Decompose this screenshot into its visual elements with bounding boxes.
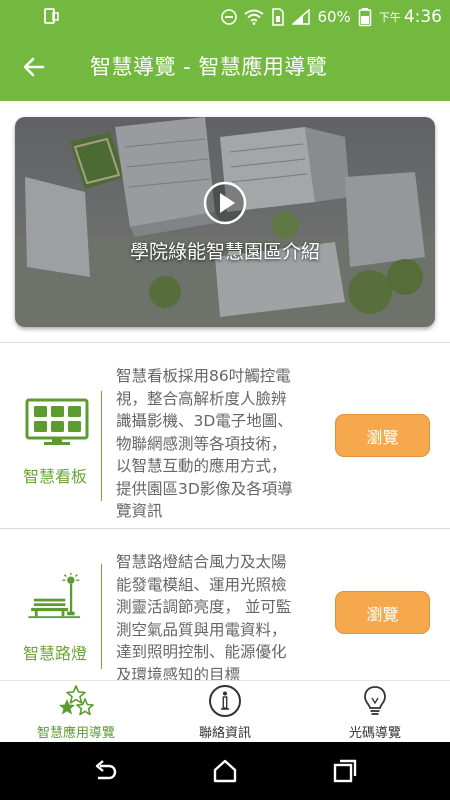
back-icon[interactable] — [92, 758, 118, 784]
status-clock: 4:36 — [403, 6, 442, 27]
battery-icon — [358, 7, 372, 26]
smart-board-icon — [25, 398, 89, 445]
tablet-icon — [44, 8, 59, 24]
dnd-icon — [221, 8, 238, 25]
description-line: 以智慧互動的應用方式， — [116, 457, 287, 475]
description-line: 智慧路燈結合風力及太陽 — [116, 553, 287, 571]
feature-description: 智慧路燈結合風力及太陽 能發電模組、運用光照檢 測靈活調節亮度， 並可監 測空氣… — [116, 551, 326, 686]
page-title: 智慧導覽 - 智慧應用導覽 — [90, 55, 328, 79]
status-ampm: 下午 — [378, 10, 401, 24]
nav-tab-light-code-guide[interactable]: 光碼導覽 — [325, 681, 425, 743]
feature-row-smart-board: 智慧看板 智慧看板採用86吋觸控電 視，整合高解析度人臉辨 識攝影機、3D電子地… — [0, 343, 450, 528]
description-line: 視，整合高解析度人臉辨 — [116, 389, 287, 408]
description-line: 能發電模組、運用光照檢 — [116, 575, 287, 594]
description-line: 智慧看板採用86吋觸控電 — [116, 367, 291, 385]
system-navigation-bar — [0, 742, 450, 800]
nav-label: 光碼導覽 — [348, 726, 401, 741]
browse-button-smart-board[interactable]: 瀏覽 — [335, 414, 430, 457]
bottom-navigation: 智慧應用導覽 聯絡資訊 光碼導覽 — [0, 680, 450, 742]
feature-row-smart-lamp: 智慧路燈 智慧路燈結合風力及太陽 能發電模組、運用光照檢 測靈活調節亮度， 並可… — [0, 529, 450, 684]
nav-tab-smart-apps[interactable]: 智慧應用導覽 — [15, 681, 137, 743]
lightbulb-icon — [364, 686, 386, 715]
app-bar: 智慧導覽 - 智慧應用導覽 — [0, 33, 450, 101]
wifi-icon — [244, 9, 265, 25]
feature-label: 智慧路燈 — [22, 644, 87, 663]
description-line: 覽資訊 — [116, 502, 163, 520]
feature-description: 智慧看板採用86吋觸控電 視，整合高解析度人臉辨 識攝影機、3D電子地圖、 物聯… — [116, 365, 326, 523]
recents-icon[interactable] — [332, 758, 358, 784]
signal-icon — [292, 8, 311, 25]
description-line: 測靈活調節亮度， 並可監 — [116, 598, 292, 616]
back-button[interactable] — [18, 51, 50, 83]
battery-percent: 60% — [317, 7, 351, 26]
nav-label: 聯絡資訊 — [198, 726, 251, 741]
browse-button-smart-lamp[interactable]: 瀏覽 — [335, 591, 430, 634]
video-caption: 學院綠能智慧園區介紹 — [129, 241, 320, 263]
description-line: 物聯網感測等各項技術， — [116, 434, 287, 453]
street-lamp-bench-icon — [28, 572, 81, 619]
vertical-divider — [101, 564, 102, 669]
play-circle-icon[interactable] — [203, 181, 247, 225]
feature-label: 智慧看板 — [22, 467, 87, 486]
info-circle-icon — [209, 685, 241, 717]
sim-icon — [272, 7, 285, 26]
status-bar: 60% 下午 4:36 — [0, 0, 450, 33]
description-line: 提供園區3D影像及各項導 — [116, 479, 293, 498]
home-icon[interactable] — [212, 758, 238, 784]
nav-tab-contact-info[interactable]: 聯絡資訊 — [175, 681, 275, 743]
description-line: 識攝影機、3D電子地圖、 — [116, 412, 293, 430]
stars-icon — [59, 685, 94, 716]
vertical-divider — [101, 391, 102, 501]
arrow-left-icon — [23, 57, 45, 77]
description-line: 達到照明控制、能源優化 — [116, 643, 287, 661]
nav-label: 智慧應用導覽 — [36, 726, 115, 741]
description-line: 測空氣品質與用電資料， — [116, 620, 287, 639]
campus-video-card[interactable]: 學院綠能智慧園區介紹 — [15, 117, 435, 327]
